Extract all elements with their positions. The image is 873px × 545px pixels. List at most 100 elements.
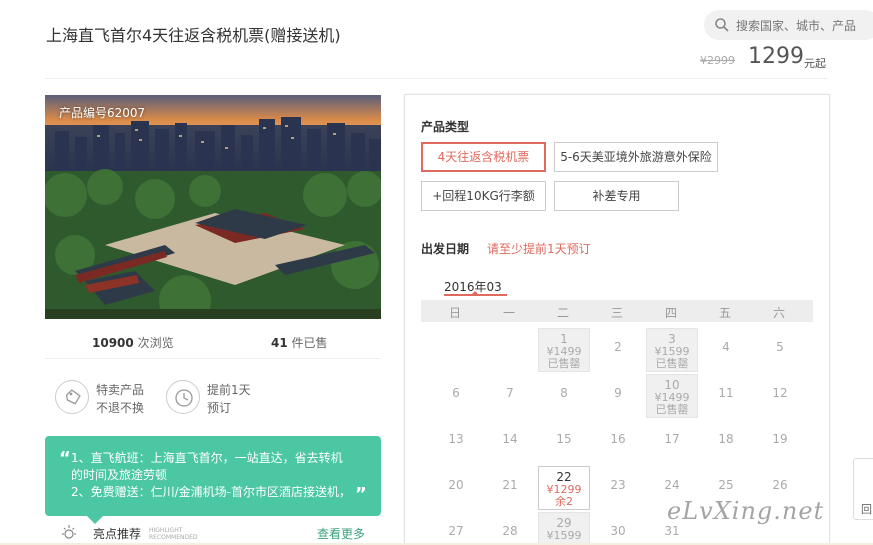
weekday-label: 三 — [610, 306, 623, 320]
search-box[interactable]: 搜索国家、城市、产品 — [704, 10, 873, 40]
calendar-day-number: 7 — [506, 386, 514, 400]
departure-date-label: 出发日期 — [421, 242, 470, 256]
calendar-day: 12 — [754, 374, 806, 418]
calendar-day-number: 13 — [448, 432, 464, 446]
calendar-day: 17 — [646, 420, 698, 464]
feature-text: 提前1天 预订 — [207, 381, 251, 417]
product-type-label: 产品类型 — [421, 120, 470, 134]
search-icon — [715, 18, 729, 32]
calendar-day-number: 24 — [664, 478, 680, 492]
views-label: 次浏览 — [137, 336, 174, 350]
feature-line2: 预订 — [207, 401, 232, 415]
month-tab-caret — [471, 291, 479, 295]
calendar-day-number: 3 — [668, 332, 676, 346]
calendar-day: 13 — [430, 420, 482, 464]
product-number: 产品编号62007 — [59, 106, 146, 120]
calendar-day: 3 ¥1599 已售罄 — [646, 328, 698, 372]
highlights-en1: HIGHLIGHT — [149, 527, 183, 534]
search-input[interactable]: 搜索国家、城市、产品 — [736, 17, 856, 34]
header-divider — [45, 78, 828, 79]
calendar-day: 29 ¥1599 — [538, 512, 590, 545]
side-button-label: 回 — [861, 503, 872, 516]
calendar-day-number: 16 — [610, 432, 626, 446]
type-option-adjustment[interactable]: 补差专用 — [554, 181, 679, 211]
highlights-subtitle: HIGHLIGHT RECOMMENDED — [149, 527, 198, 541]
calendar-day[interactable]: 22 ¥1299 余2 — [538, 466, 590, 510]
calendar-day: 19 — [754, 420, 806, 464]
highlight-line: 的时间及旅途劳顿 — [71, 468, 168, 482]
calendar-day-number: 10 — [664, 378, 680, 392]
watermark: eLvXing.net — [667, 497, 825, 525]
weekday-header: 日 一 二 三 四 五 六 — [421, 300, 813, 322]
weekday-label: 二 — [556, 306, 569, 320]
calendar-day-number: 26 — [772, 478, 788, 492]
calendar-day-number: 28 — [502, 524, 518, 538]
calendar-day: 7 — [484, 374, 536, 418]
calendar-day-number: 6 — [452, 386, 460, 400]
calendar-day: 5 — [754, 328, 806, 372]
back-to-top-button[interactable]: 回 — [853, 458, 873, 520]
calendar-day: 15 — [538, 420, 590, 464]
calendar-day-number: 30 — [610, 524, 626, 538]
calendar-day-number: 15 — [556, 432, 572, 446]
calendar-day: 11 — [700, 374, 752, 418]
sun-icon — [62, 525, 76, 539]
page-title: 上海直飞首尔4天往返含税机票(赠接送机) — [46, 26, 341, 45]
weekday-label: 日 — [448, 306, 461, 320]
calendar-day-number: 5 — [776, 340, 784, 354]
tag-icon — [55, 380, 89, 414]
sold-count: 41 — [271, 336, 288, 350]
clock-icon — [166, 380, 200, 414]
calendar-day: 28 — [484, 512, 536, 545]
close-quote-icon: ” — [355, 484, 367, 505]
booking-hint: 请至少提前1天预订 — [487, 242, 591, 256]
calendar-day-status: 已售罄 — [655, 357, 689, 370]
type-option-luggage[interactable]: +回程10KG行李额 — [421, 181, 546, 211]
calendar-day: 16 — [592, 420, 644, 464]
calendar-day-number: 31 — [664, 524, 680, 538]
calendar-day-number: 27 — [448, 524, 464, 538]
weekday-label: 一 — [502, 306, 515, 320]
highlights-header: 亮点推荐 HIGHLIGHT RECOMMENDED 查看更多 — [60, 524, 381, 544]
open-quote-icon: “ — [59, 448, 71, 469]
calendar-day-status: 已售罄 — [655, 403, 689, 416]
calendar-day-number: 4 — [722, 340, 730, 354]
feature-text: 特卖产品 不退不换 — [96, 381, 144, 417]
highlights-pointer — [86, 515, 104, 524]
calendar-day-number: 17 — [664, 432, 680, 446]
view-more-link[interactable]: 查看更多 — [317, 525, 365, 542]
calendar-day-number: 2 — [614, 340, 622, 354]
sold-label: 件已售 — [291, 336, 328, 350]
sold-stat: 41 件已售 — [271, 334, 328, 351]
calendar-day-number: 11 — [718, 386, 734, 400]
calendar-day: 27 — [430, 512, 482, 545]
price-unit: 元起 — [804, 57, 826, 70]
calendar-day-number: 19 — [772, 432, 788, 446]
calendar-day: 18 — [700, 420, 752, 464]
calendar-day-number: 1 — [560, 332, 568, 346]
type-option-ticket[interactable]: 4天往返含税机票 — [421, 142, 546, 172]
calendar-day-number: 22 — [556, 470, 572, 484]
calendar-day: 20 — [430, 466, 482, 510]
highlights-box: “ 1、直飞航班：上海直飞首尔，一站直达，省去转机 的时间及旅途劳顿 2、免费赠… — [45, 436, 381, 516]
calendar-day-number: 23 — [610, 478, 626, 492]
feature-line2: 不退不换 — [96, 401, 145, 415]
calendar-day: 4 — [700, 328, 752, 372]
calendar-day: 14 — [484, 420, 536, 464]
product-photo: 产品编号62007 — [45, 95, 381, 319]
calendar-day-number: 14 — [502, 432, 518, 446]
calendar-day: 2 — [592, 328, 644, 372]
weekday-label: 六 — [772, 306, 785, 320]
views-count: 10900 — [92, 336, 134, 350]
calendar-day: 21 — [484, 466, 536, 510]
calendar-day-number: 21 — [502, 478, 518, 492]
calendar-day-number: 20 — [448, 478, 464, 492]
calendar-day-number: 12 — [772, 386, 788, 400]
highlights-en2: RECOMMENDED — [149, 534, 198, 541]
calendar-day: 9 — [592, 374, 644, 418]
type-option-insurance[interactable]: 5-6天美亚境外旅游意外保险 — [554, 142, 718, 172]
calendar-day-price: ¥1599 — [546, 529, 582, 542]
weekday-label: 四 — [664, 306, 677, 320]
calendar-day: 30 — [592, 512, 644, 545]
calendar-day-number: 9 — [614, 386, 622, 400]
